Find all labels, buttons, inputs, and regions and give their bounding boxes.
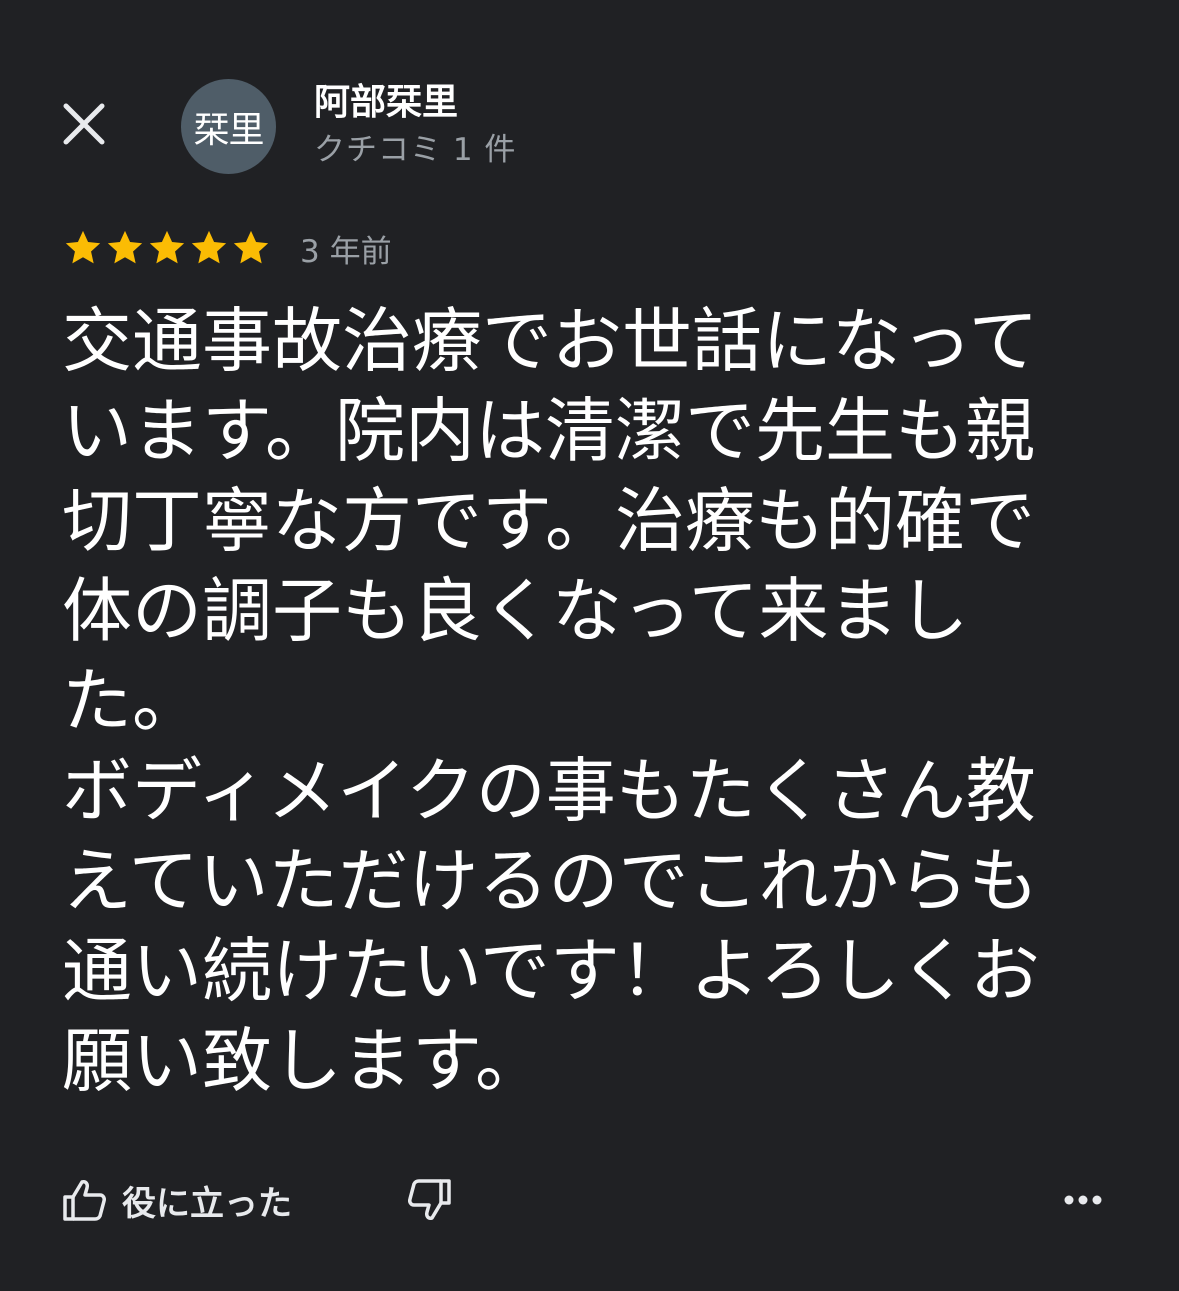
close-icon bbox=[63, 103, 105, 145]
star-icon bbox=[65, 230, 101, 264]
avatar[interactable]: 栞里 bbox=[181, 79, 276, 174]
more-options-button[interactable] bbox=[1056, 1175, 1110, 1225]
helpful-label: 役に立った bbox=[122, 1183, 292, 1224]
review-date: 3 年前 bbox=[300, 233, 392, 270]
star-icon bbox=[107, 230, 143, 264]
rating-row: 3 年前 bbox=[62, 226, 392, 270]
reviewer-name[interactable]: 阿部栞里 bbox=[314, 80, 458, 126]
thumbs-down-icon bbox=[408, 1179, 451, 1220]
reviewer-review-count: クチコミ 1 件 bbox=[314, 132, 517, 168]
close-button[interactable] bbox=[52, 92, 116, 156]
review-text: 交通事故治療でお世話になっています。院内は清潔で先生も親切丁寧な方です。治療も的… bbox=[62, 300, 1040, 1102]
helpful-button[interactable]: 役に立った bbox=[60, 1170, 292, 1230]
more-horiz-icon bbox=[1064, 1195, 1102, 1205]
star-icon bbox=[191, 230, 227, 264]
star-rating bbox=[62, 227, 272, 269]
not-helpful-button[interactable] bbox=[400, 1170, 460, 1230]
thumbs-up-icon bbox=[63, 1180, 106, 1221]
star-icon bbox=[149, 230, 185, 264]
star-icon bbox=[233, 230, 269, 264]
